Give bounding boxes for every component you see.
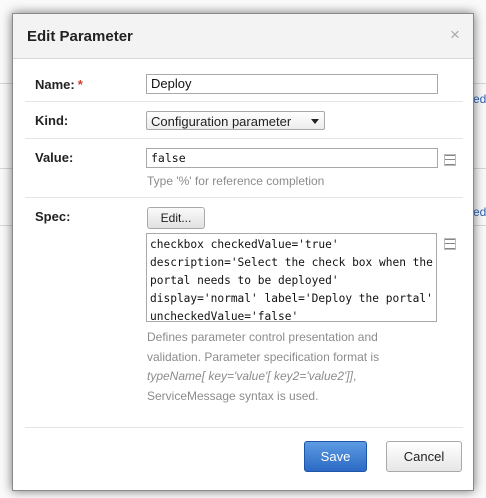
spec-format-example: typeName[ key='value'[ key2='value2']] — [147, 369, 353, 383]
cancel-button[interactable]: Cancel — [386, 441, 462, 472]
kind-select[interactable]: Configuration parameter — [146, 111, 325, 130]
close-icon[interactable]: × — [447, 26, 463, 44]
row-divider — [25, 101, 463, 102]
value-input-value: false — [151, 151, 186, 165]
value-input[interactable]: false — [146, 148, 438, 168]
name-label: Name: * — [35, 77, 83, 92]
spec-description: Defines parameter control presentation a… — [147, 328, 427, 406]
spec-description-text: Defines parameter control presentation a… — [147, 330, 380, 364]
name-input-value: Deploy — [151, 76, 192, 91]
text-field-expand-icon[interactable] — [444, 154, 456, 166]
required-mark: * — [77, 77, 83, 92]
dropdown-arrow-icon — [311, 119, 319, 124]
name-input[interactable]: Deploy — [146, 74, 438, 94]
spec-textarea[interactable]: checkbox checkedValue='true' description… — [146, 233, 437, 322]
edit-parameter-dialog: Edit Parameter × Name: * Deploy Kind: Con… — [12, 13, 474, 491]
dialog-header: Edit Parameter × — [13, 14, 473, 59]
name-label-text: Name: — [35, 77, 75, 92]
row-divider — [25, 197, 463, 198]
row-divider — [25, 138, 463, 139]
value-label: Value: — [35, 150, 74, 165]
value-hint: Type '%' for reference completion — [147, 174, 325, 188]
kind-select-value: Configuration parameter — [151, 114, 292, 129]
spec-label: Spec: — [35, 209, 71, 224]
save-button[interactable]: Save — [304, 441, 367, 472]
spec-edit-button[interactable]: Edit... — [147, 207, 205, 229]
textarea-expand-icon[interactable] — [444, 238, 456, 250]
dialog-title: Edit Parameter — [27, 28, 133, 45]
kind-label: Kind: — [35, 113, 69, 128]
footer-divider — [25, 427, 463, 428]
